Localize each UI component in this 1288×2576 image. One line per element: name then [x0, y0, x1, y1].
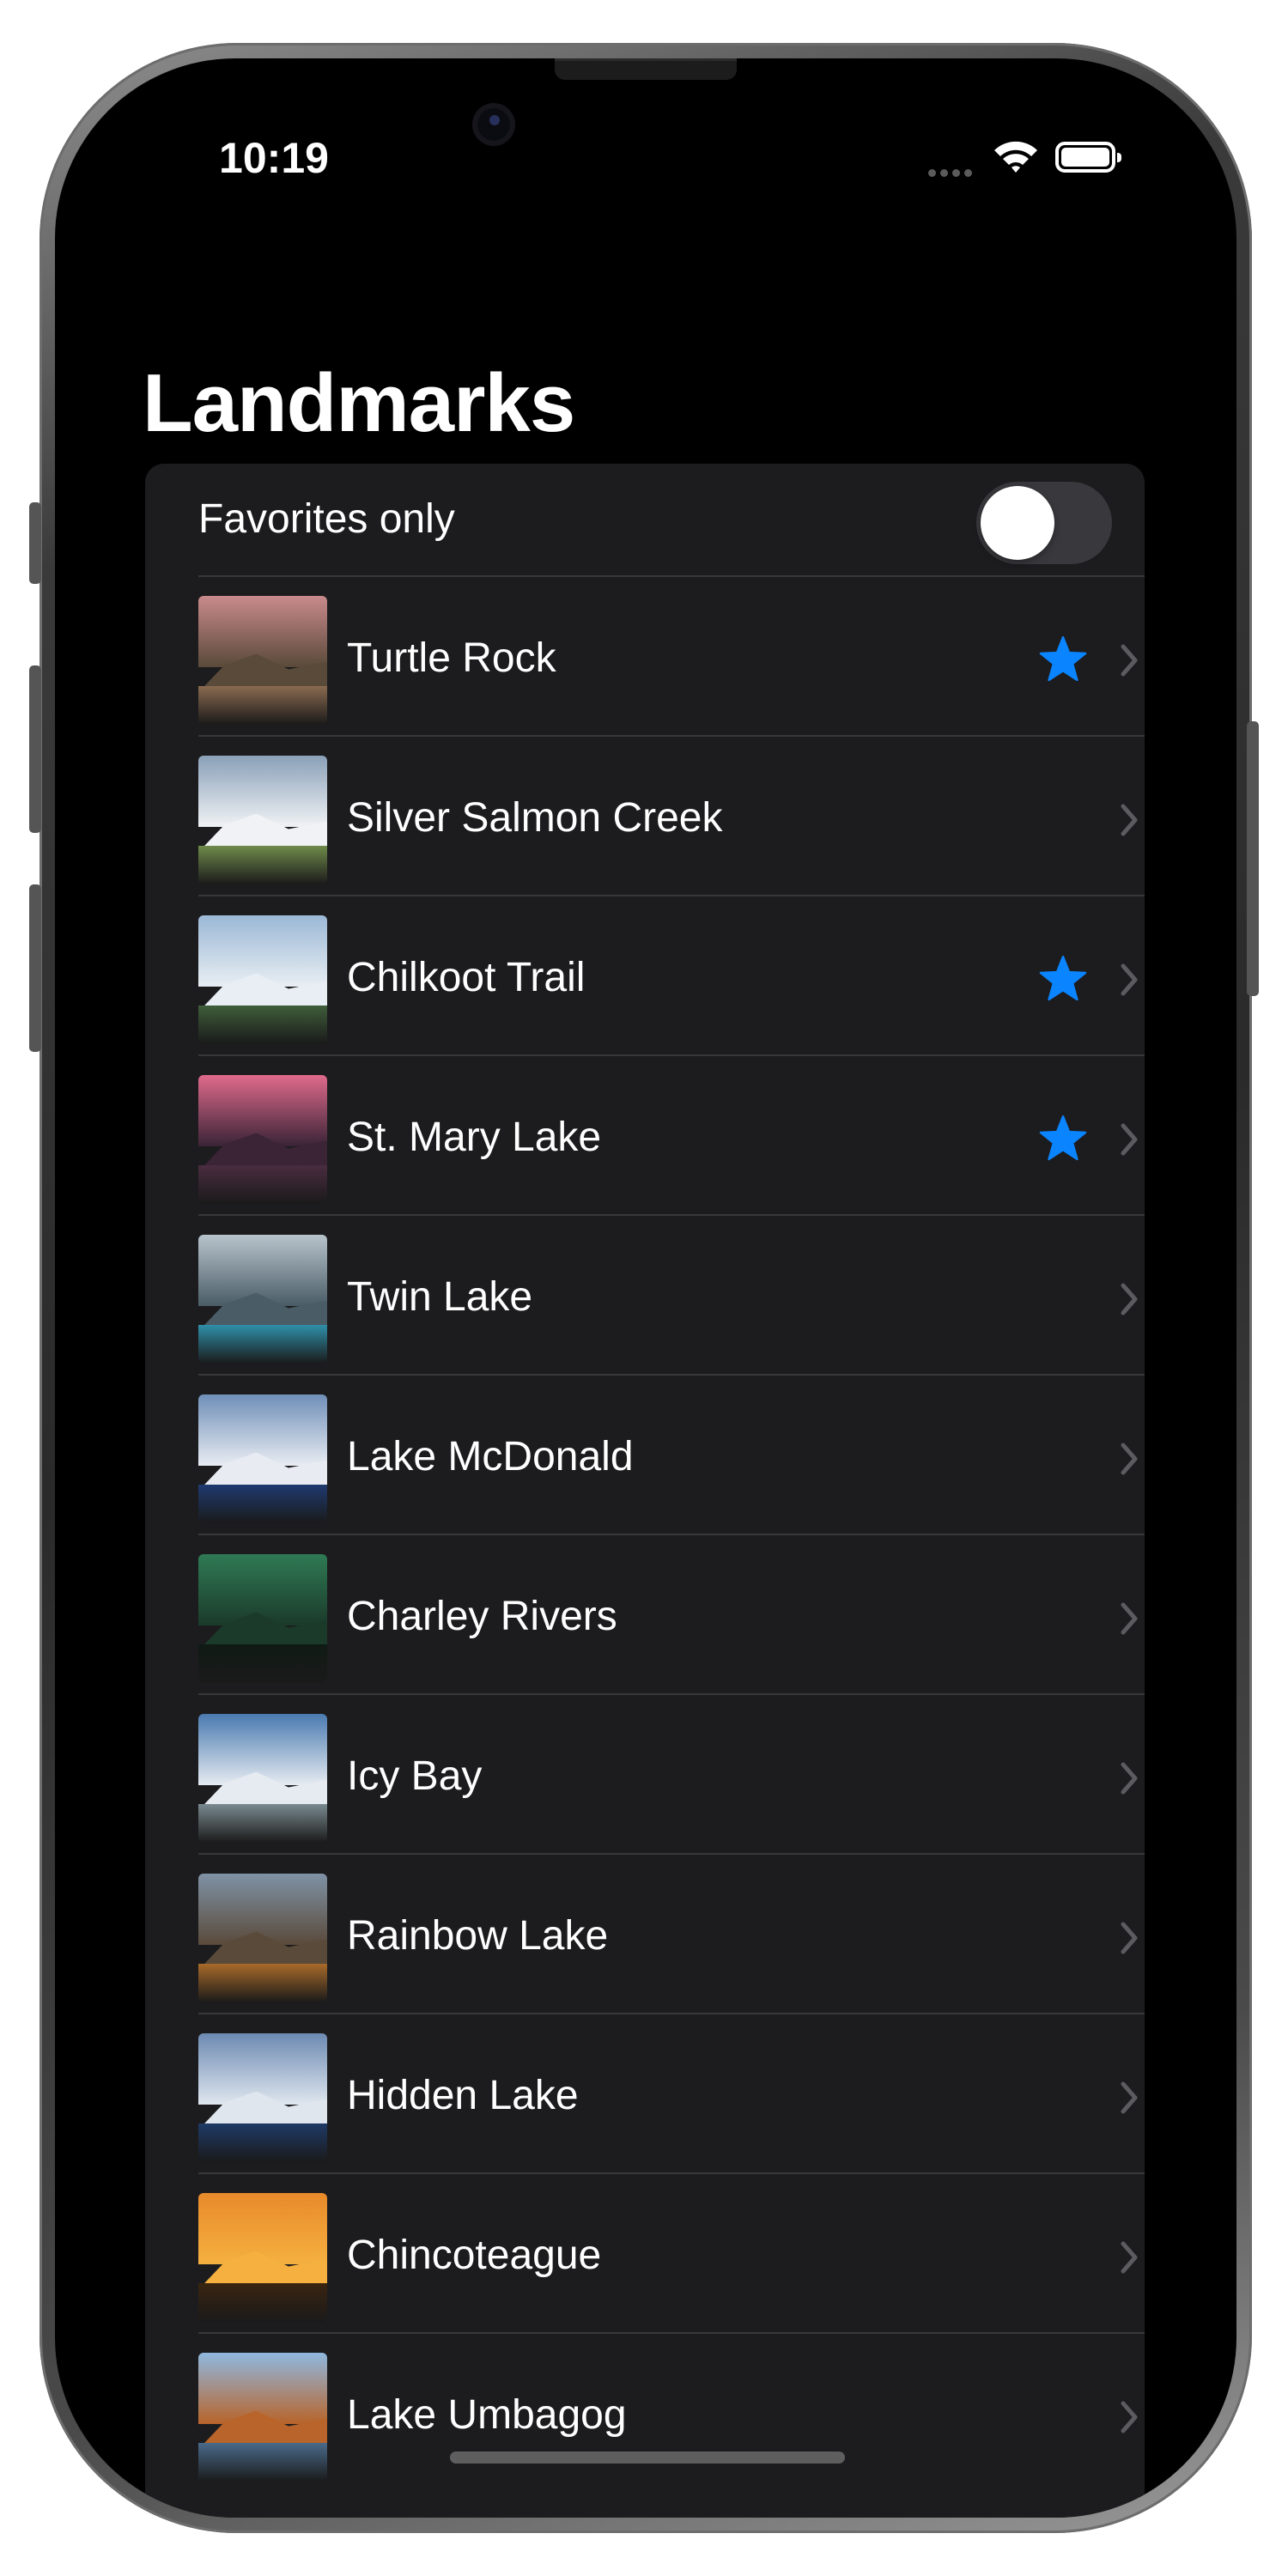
landmark-name: Charley Rivers — [347, 1594, 617, 1639]
earpiece-speaker — [555, 58, 737, 80]
landmark-row[interactable]: Charley Rivers — [145, 1535, 1145, 1695]
landmark-name: Hidden Lake — [347, 2073, 579, 2118]
landmark-thumbnail — [198, 1235, 327, 1364]
landmark-row[interactable]: Hidden Lake — [145, 2014, 1145, 2174]
landmark-row[interactable]: Icy Bay — [145, 1695, 1145, 1855]
home-indicator[interactable] — [450, 2451, 845, 2464]
page-title: Landmarks — [143, 357, 575, 449]
battery-icon — [1055, 142, 1121, 173]
front-camera-icon — [472, 103, 515, 146]
favorites-toggle-label: Favorites only — [198, 496, 455, 542]
power-button — [1247, 721, 1259, 996]
chevron-right-icon — [1121, 1602, 1138, 1635]
volume-down-button — [29, 884, 41, 1052]
landmark-thumbnail — [198, 1554, 327, 1683]
landmark-thumbnail — [198, 1874, 327, 2002]
landmark-thumbnail — [198, 915, 327, 1044]
landmark-thumbnail — [198, 2193, 327, 2322]
landmark-list: Favorites only Turtle Rock Silver Salmon … — [145, 464, 1145, 2518]
chevron-right-icon — [1121, 1762, 1138, 1795]
favorites-only-switch[interactable] — [976, 482, 1112, 564]
chevron-right-icon — [1121, 644, 1138, 677]
landmark-name: Turtle Rock — [347, 635, 556, 681]
favorite-star-icon — [1039, 955, 1087, 1001]
favorite-star-icon — [1039, 635, 1087, 682]
switch-knob[interactable] — [981, 486, 1054, 560]
landmark-row[interactable]: Silver Salmon Creek — [145, 737, 1145, 896]
landmark-name: Lake McDonald — [347, 1434, 634, 1479]
status-time: 10:19 — [219, 134, 329, 182]
landmark-row[interactable]: Chilkoot Trail — [145, 896, 1145, 1056]
favorites-toggle-row: Favorites only — [145, 464, 1145, 575]
landmark-name: Chincoteague — [347, 2233, 602, 2278]
landmark-row[interactable]: Turtle Rock — [145, 577, 1145, 737]
landmark-row[interactable]: St. Mary Lake — [145, 1056, 1145, 1216]
landmark-row[interactable]: Lake Umbagog — [145, 2334, 1145, 2494]
phone-screen: 10:19 Landmarks Favorites only Turtle Ro… — [55, 58, 1236, 2518]
chevron-right-icon — [1121, 804, 1138, 836]
landmark-name: Icy Bay — [347, 1753, 483, 1799]
landmark-thumbnail — [198, 1075, 327, 1204]
cellular-signal-icon — [928, 166, 976, 177]
landmark-thumbnail — [198, 1714, 327, 1843]
landmark-name: Silver Salmon Creek — [347, 795, 723, 841]
volume-up-button — [29, 665, 41, 833]
chevron-right-icon — [1121, 963, 1138, 996]
landmark-thumbnail — [198, 1394, 327, 1523]
chevron-right-icon — [1121, 1283, 1138, 1315]
chevron-right-icon — [1121, 2081, 1138, 2114]
landmark-thumbnail — [198, 596, 327, 725]
wifi-icon — [994, 141, 1037, 173]
landmark-row[interactable]: Lake McDonald — [145, 1376, 1145, 1535]
landmark-name: Twin Lake — [347, 1274, 533, 1320]
landmark-name: Lake Umbagog — [347, 2392, 627, 2438]
landmark-name: Chilkoot Trail — [347, 955, 586, 1000]
landmark-row[interactable]: Chincoteague — [145, 2174, 1145, 2334]
favorite-star-icon — [1039, 1115, 1087, 1161]
chevron-right-icon — [1121, 1922, 1138, 1954]
chevron-right-icon — [1121, 1123, 1138, 1156]
landmark-thumbnail — [198, 2033, 327, 2162]
landmark-name: St. Mary Lake — [347, 1115, 602, 1160]
landmark-row[interactable]: Twin Lake — [145, 1216, 1145, 1376]
chevron-right-icon — [1121, 2241, 1138, 2274]
mute-switch — [29, 502, 41, 584]
landmark-name: Rainbow Lake — [347, 1913, 609, 1959]
chevron-right-icon — [1121, 1443, 1138, 1475]
landmark-row[interactable]: Rainbow Lake — [145, 1855, 1145, 2014]
landmark-thumbnail — [198, 2353, 327, 2482]
landmark-thumbnail — [198, 756, 327, 884]
chevron-right-icon — [1121, 2401, 1138, 2433]
